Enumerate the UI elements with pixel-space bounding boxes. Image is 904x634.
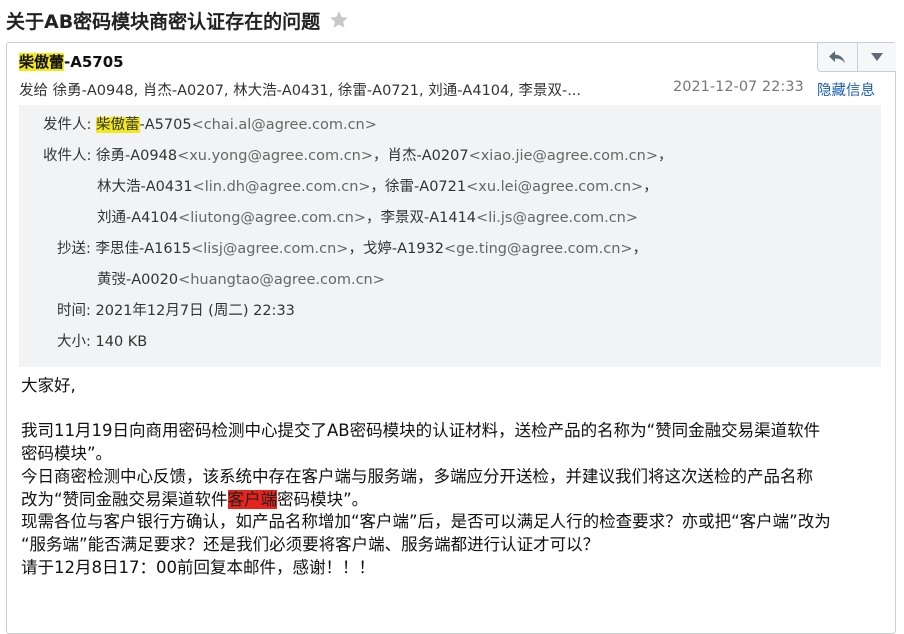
recipient-email[interactable]: <lisj@agree.com.cn> (191, 241, 348, 257)
recipient-name[interactable]: ， (633, 241, 648, 257)
sender-line: 柴傲蕾-A5705 (19, 51, 124, 72)
time-label: 时间: (57, 303, 91, 319)
from-id: -A5705 (139, 117, 192, 133)
to-line-row: 林大浩-A0431<lin.dh@agree.com.cn>，徐雷-A0721<… (97, 175, 658, 196)
cc-line: 李思佳-A1615<lisj@agree.com.cn>，戈婷-A1932<ge… (96, 241, 648, 257)
size-label: 大小: (57, 334, 91, 350)
recipient-name[interactable]: 黄弢-A0020 (97, 272, 178, 288)
email-date: 2021-12-07 22:33 (673, 79, 804, 95)
more-actions-button[interactable] (856, 43, 897, 71)
recipient-name[interactable]: 李思佳-A1615 (96, 241, 192, 257)
body-line: 密码模块”。 (21, 444, 113, 464)
reply-icon (829, 51, 846, 64)
recipient-email[interactable]: <xiao.jie@agree.com.cn> (469, 148, 658, 164)
body-line: 改为“赞同金融交易渠道软件客户端密码模块”。 (21, 489, 369, 509)
recipient-name[interactable]: 徐勇-A0948 (96, 148, 177, 164)
to-line: 林大浩-A0431<lin.dh@agree.com.cn>，徐雷-A0721<… (97, 179, 658, 195)
time-value: 2021年12月7日 (周二) 22:33 (95, 303, 295, 319)
hide-details-link[interactable]: 隐藏信息 (817, 79, 875, 100)
recipient-email[interactable]: <li.js@agree.com.cn> (476, 210, 638, 226)
email-subject-bar: 关于AB密码模块商密认证存在的问题 (6, 6, 350, 34)
recipient-name[interactable]: 刘通-A4104 (97, 210, 178, 226)
recipient-name[interactable]: ，肖杰-A0207 (373, 148, 469, 164)
details-panel: 发件人: 柴傲蕾-A5705<chai.al@agree.com.cn> 收件人… (19, 105, 881, 367)
from-row: 发件人: 柴傲蕾-A5705<chai.al@agree.com.cn> (43, 113, 377, 134)
recipient-email[interactable]: <huangtao@agree.com.cn> (178, 272, 385, 288)
body-line: 请于12月8日17：00前回复本邮件，感谢！！！ (21, 557, 375, 577)
recipient-name[interactable]: ，戈婷-A1932 (348, 241, 444, 257)
reply-button[interactable] (818, 43, 857, 71)
time-row: 时间: 2021年12月7日 (周二) 22:33 (57, 299, 295, 320)
recipient-name[interactable]: 林大浩-A0431 (97, 179, 193, 195)
action-buttons (817, 43, 896, 72)
to-line-row: 刘通-A4104<liutong@agree.com.cn>，李景双-A1414… (97, 206, 638, 227)
cc-line: 黄弢-A0020<huangtao@agree.com.cn> (97, 272, 385, 288)
email-subject: 关于AB密码模块商密认证存在的问题 (6, 10, 321, 33)
sender-id: -A5705 (64, 53, 124, 71)
email-body: 大家好, 我司11月19日向商用密码检测中心提交了AB密码模块的认证材料，送检产… (21, 375, 881, 579)
size-value: 140 KB (95, 334, 148, 350)
to-label-row: 收件人: 徐勇-A0948<xu.yong@agree.com.cn>，肖杰-A… (43, 144, 673, 165)
to-label: 收件人: (43, 148, 92, 164)
from-label: 发件人: (43, 117, 92, 133)
cc-label: 抄送: (57, 241, 91, 257)
sender-name[interactable]: 柴傲蕾 (19, 53, 65, 71)
recipient-name[interactable]: ，徐雷-A0721 (371, 179, 467, 195)
body-greeting: 大家好, (21, 376, 76, 395)
recipient-email[interactable]: <xu.yong@agree.com.cn> (177, 148, 373, 164)
recipient-email[interactable]: <liutong@agree.com.cn> (178, 210, 366, 226)
recipient-name[interactable]: ， (658, 148, 673, 164)
recipient-email[interactable]: <xu.lei@agree.com.cn> (466, 179, 643, 195)
recipient-name[interactable]: ， (643, 179, 658, 195)
body-line: 今日商密检测中心反馈，该系统中存在客户端与服务端，多端应分开送检，并建议我们将这… (21, 466, 813, 486)
cc-label-row: 抄送: 李思佳-A1615<lisj@agree.com.cn>，戈婷-A193… (57, 237, 647, 258)
to-line: 刘通-A4104<liutong@agree.com.cn>，李景双-A1414… (97, 210, 638, 226)
body-line: 现需各位与客户银行方确认，如产品名称增加“客户端”后，是否可以满足人行的检查要求… (21, 512, 831, 532)
recipient-email[interactable]: <ge.ting@agree.com.cn> (444, 241, 633, 257)
from-email[interactable]: <chai.al@agree.com.cn> (192, 117, 377, 133)
star-icon[interactable] (328, 9, 350, 31)
email-card: 柴傲蕾-A5705 发给 徐勇-A0948, 肖杰-A0207, 林大浩-A04… (6, 42, 896, 634)
recipient-email[interactable]: <lin.dh@agree.com.cn> (193, 179, 371, 195)
body-line: 我司11月19日向商用密码检测中心提交了AB密码模块的认证材料，送检产品的名称为… (21, 421, 821, 441)
body-line: “服务端”能否满足要求？还是我们必须要将客户端、服务端都进行认证才可以？ (21, 534, 600, 554)
to-line: 徐勇-A0948<xu.yong@agree.com.cn>，肖杰-A0207<… (96, 148, 673, 164)
size-row: 大小: 140 KB (57, 330, 147, 351)
dropdown-arrow-icon (870, 53, 883, 61)
recipients-summary: 发给 徐勇-A0948, 肖杰-A0207, 林大浩-A0431, 徐雷-A07… (19, 83, 582, 99)
recipient-name[interactable]: ，李景双-A1414 (366, 210, 476, 226)
from-name[interactable]: 柴傲蕾 (96, 117, 140, 133)
highlight-client: 客户端 (227, 489, 278, 509)
cc-line-row: 黄弢-A0020<huangtao@agree.com.cn> (97, 268, 385, 289)
